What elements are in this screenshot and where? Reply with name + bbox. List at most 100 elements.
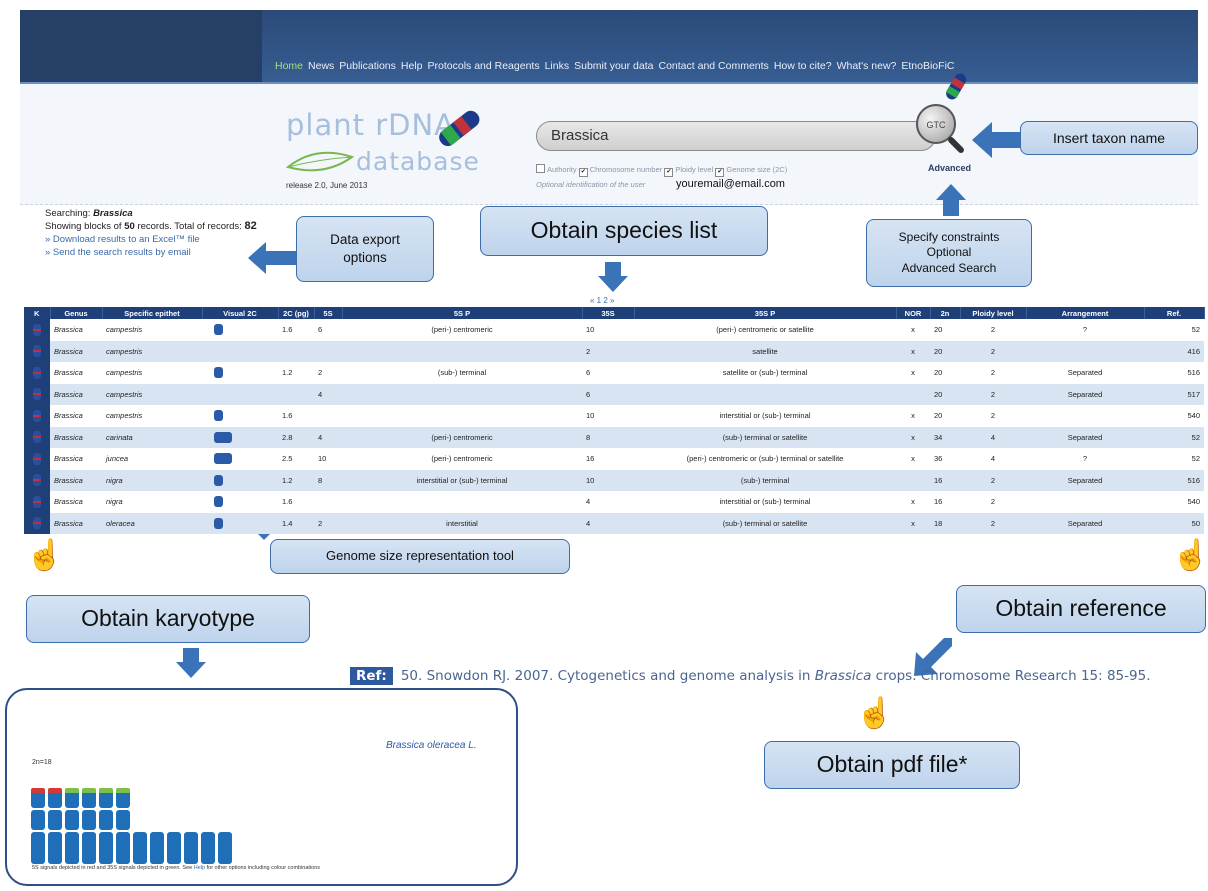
reference-cell[interactable]: 516 — [1144, 469, 1204, 491]
chromosome-number-cell: 16 — [930, 491, 960, 513]
visual-2c-cell[interactable] — [202, 340, 278, 362]
reference-cell[interactable]: 52 — [1144, 319, 1204, 341]
reference-cell[interactable]: 540 — [1144, 405, 1204, 427]
arrangement-cell: ? — [1026, 448, 1144, 470]
nav-item-publications[interactable]: Publications — [339, 60, 396, 72]
karyotype-cell[interactable] — [24, 469, 50, 491]
karyotype-icon[interactable] — [33, 452, 41, 465]
help-link[interactable]: Help — [194, 865, 205, 871]
checkbox-authority[interactable] — [536, 164, 545, 173]
column-header[interactable]: 5S — [314, 307, 343, 319]
column-header[interactable]: Genus — [50, 307, 103, 319]
option-genome-size[interactable]: ✔ Genome size (2C) — [715, 165, 787, 177]
visual-2c-cell[interactable] — [202, 405, 278, 427]
nav-item-contact-and-comments[interactable]: Contact and Comments — [659, 60, 769, 72]
checkbox-ploidy-level[interactable]: ✔ — [664, 168, 674, 177]
genome-size-bar[interactable] — [214, 324, 223, 336]
nav-item-links[interactable]: Links — [545, 60, 570, 72]
visual-2c-cell[interactable] — [202, 469, 278, 491]
nav-item-home[interactable]: Home — [275, 60, 303, 72]
visual-2c-cell[interactable] — [202, 491, 278, 513]
genome-size-bar[interactable] — [214, 367, 223, 379]
pagination[interactable]: « 1 2 » — [590, 296, 614, 305]
column-header[interactable]: NOR — [896, 307, 931, 319]
column-header[interactable]: Ploidy level — [960, 307, 1027, 319]
reference-cell[interactable]: 52 — [1144, 448, 1204, 470]
karyotype-cell[interactable] — [24, 362, 50, 384]
genome-size-bar[interactable] — [214, 496, 223, 508]
karyotype-icon[interactable] — [33, 323, 41, 336]
nav-item-help[interactable]: Help — [401, 60, 423, 72]
reference-cell[interactable]: 516 — [1144, 362, 1204, 384]
nav-item-what-s-new[interactable]: What's new? — [837, 60, 897, 72]
hand-pointer-icon: ☝ — [856, 697, 894, 730]
email-field[interactable]: youremail@email.com — [676, 178, 785, 190]
karyotype-icon[interactable] — [33, 409, 41, 422]
column-header[interactable]: Visual 2C — [202, 307, 279, 319]
visual-2c-cell[interactable] — [202, 426, 278, 448]
karyotype-cell[interactable] — [24, 319, 50, 341]
karyotype-cell[interactable] — [24, 383, 50, 405]
genome-size-bar[interactable] — [214, 474, 223, 486]
genome-size-bar[interactable] — [214, 517, 223, 529]
option-chromosome-number[interactable]: ✔ Chromosome number — [578, 165, 662, 177]
option-ploidy-level[interactable]: ✔ Ploidy level — [664, 165, 713, 177]
download-excel-link[interactable]: » Download results to an Excel™ file — [45, 233, 257, 246]
genome-size-bar[interactable] — [214, 431, 232, 443]
karyotype-icon[interactable] — [33, 495, 41, 508]
table-row: Brassica juncea 2.5 10 (peri-) centromeric 16… — [24, 448, 1204, 470]
nav-item-how-to-cite[interactable]: How to cite? — [774, 60, 832, 72]
karyotype-icon[interactable] — [33, 474, 41, 487]
chromosome — [48, 844, 62, 864]
five-s-position-cell: (peri-) centromeric — [342, 426, 582, 448]
checkbox-genome-size[interactable]: ✔ — [715, 168, 725, 177]
visual-2c-cell[interactable] — [202, 383, 278, 405]
column-header[interactable]: Specific epithet — [102, 307, 203, 319]
karyotype-cell[interactable] — [24, 340, 50, 362]
karyotype-icon[interactable] — [33, 366, 41, 379]
reference-cell[interactable]: 416 — [1144, 340, 1204, 362]
genome-size-bar[interactable] — [214, 410, 223, 422]
karyotype-cell[interactable] — [24, 512, 50, 534]
advanced-search-link[interactable]: Advanced — [928, 163, 971, 173]
reference-cell[interactable]: 540 — [1144, 491, 1204, 513]
visual-2c-cell[interactable] — [202, 362, 278, 384]
column-header[interactable]: Ref. — [1144, 307, 1205, 319]
karyotype-cell[interactable] — [24, 405, 50, 427]
visual-2c-cell[interactable] — [202, 319, 278, 341]
nav-item-news[interactable]: News — [308, 60, 334, 72]
column-header[interactable]: K — [24, 307, 51, 319]
reference-line[interactable]: Ref: 50. Snowdon RJ. 2007. Cytogenetics a… — [350, 667, 1151, 685]
column-header[interactable]: 35S — [582, 307, 635, 319]
visual-2c-cell[interactable] — [202, 512, 278, 534]
table-row: Brassica carinata 2.8 4 (peri-) centromeric 8… — [24, 426, 1204, 448]
karyotype-icon[interactable] — [33, 431, 41, 444]
column-header[interactable]: 35S P — [634, 307, 897, 319]
column-header[interactable]: 2n — [930, 307, 961, 319]
reference-cell[interactable]: 52 — [1144, 426, 1204, 448]
reference-cell[interactable]: 50 — [1144, 512, 1204, 534]
karyotype-cell[interactable] — [24, 426, 50, 448]
karyotype-icon[interactable] — [33, 388, 41, 401]
karyotype-icon[interactable] — [33, 517, 41, 530]
email-results-link[interactable]: » Send the search results by email — [45, 246, 257, 259]
column-header[interactable]: 5S P — [342, 307, 583, 319]
chromosome — [150, 844, 164, 864]
taxon-search-input[interactable]: Brassica — [536, 121, 936, 151]
visual-2c-cell[interactable] — [202, 448, 278, 470]
option-authority[interactable]: Authority — [536, 164, 577, 174]
chromosome-number-cell: 20 — [930, 405, 960, 427]
karyotype-cell[interactable] — [24, 448, 50, 470]
chromosome — [65, 844, 79, 864]
reference-cell[interactable]: 517 — [1144, 383, 1204, 405]
epithet-cell: campestris — [102, 383, 202, 405]
column-header[interactable]: Arrangement — [1026, 307, 1145, 319]
five-s-cell: 2 — [314, 362, 342, 384]
karyotype-icon[interactable] — [33, 345, 41, 358]
nav-item-submit-your-data[interactable]: Submit your data — [574, 60, 653, 72]
checkbox-chromosome-number[interactable]: ✔ — [578, 168, 588, 177]
karyotype-cell[interactable] — [24, 491, 50, 513]
column-header[interactable]: 2C (pg) — [278, 307, 315, 319]
nav-item-protocols-and-reagents[interactable]: Protocols and Reagents — [428, 60, 540, 72]
genome-size-bar[interactable] — [214, 453, 232, 465]
